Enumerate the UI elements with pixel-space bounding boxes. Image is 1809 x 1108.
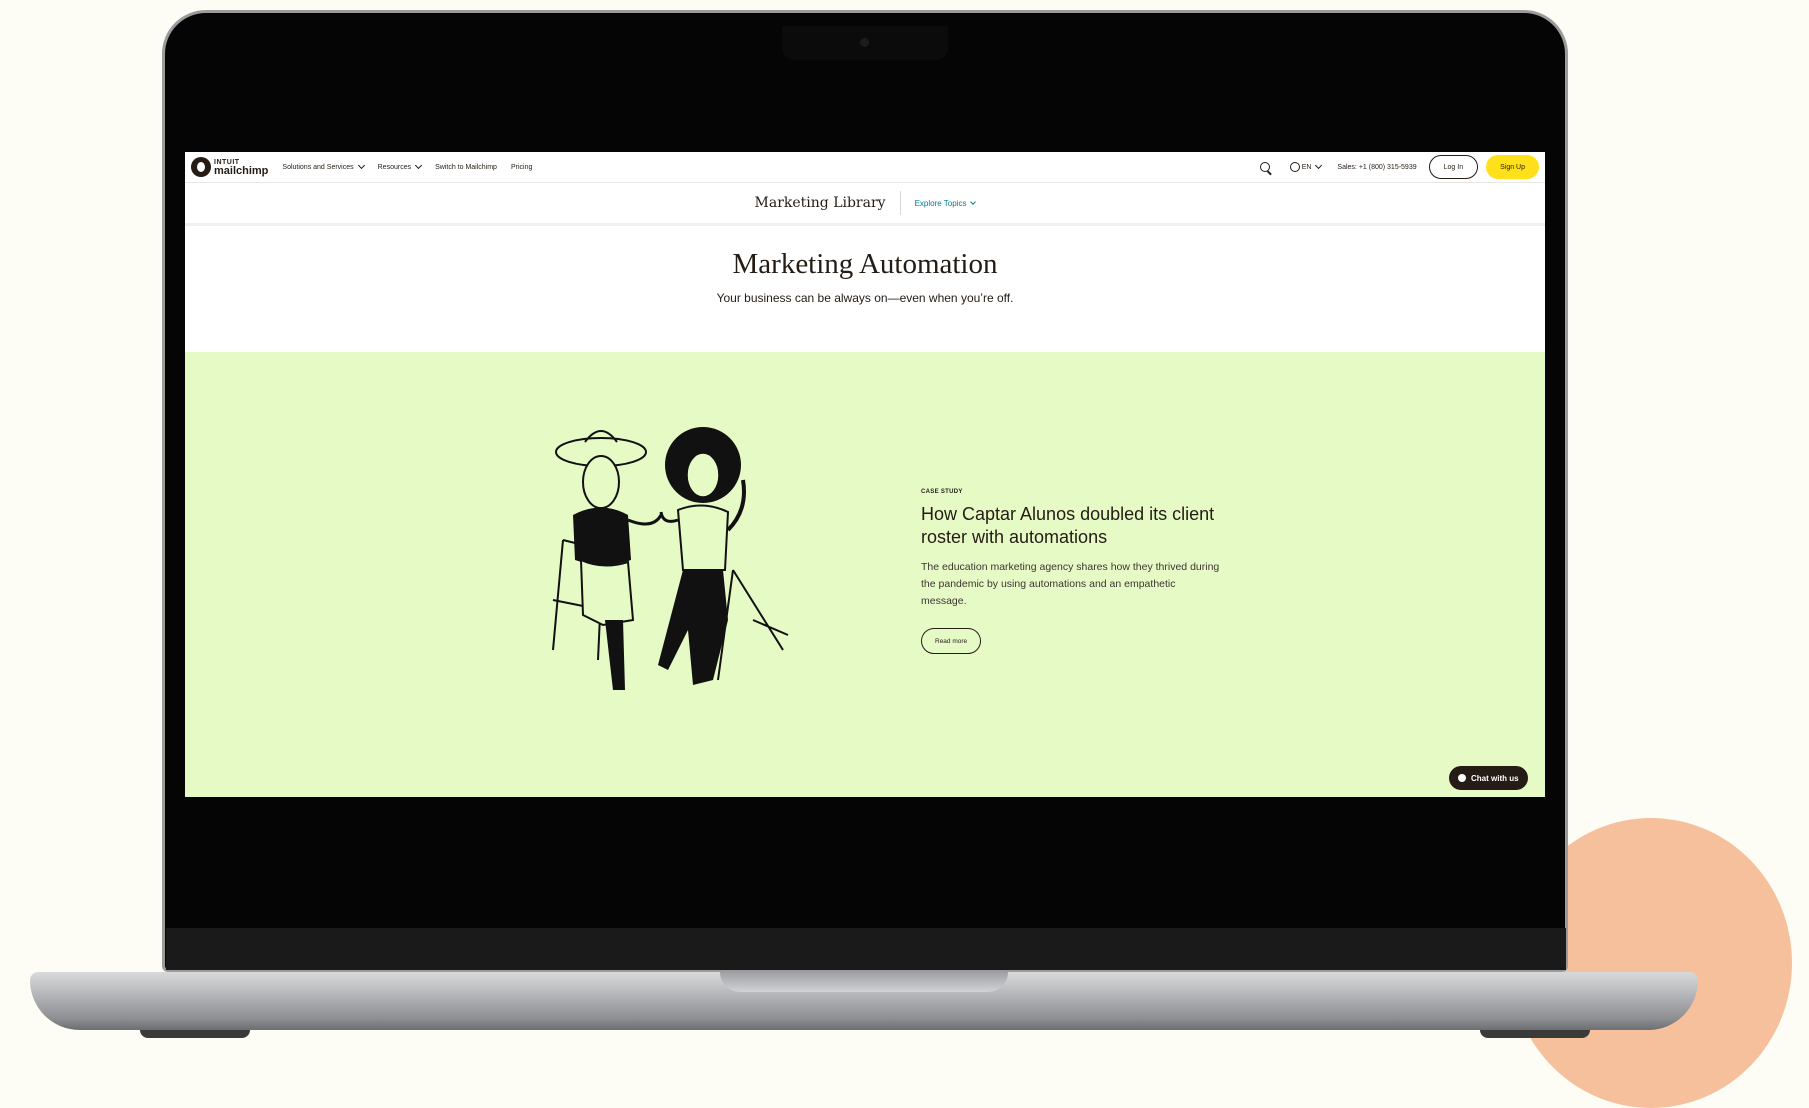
nav-item-switch[interactable]: Switch to Mailchimp xyxy=(435,164,497,171)
globe-icon xyxy=(1289,162,1300,172)
camera-icon xyxy=(860,38,869,47)
read-more-button[interactable]: Read more xyxy=(921,628,982,654)
two-people-high-five-illustration xyxy=(552,427,789,690)
case-study-card: CASE STUDY How Captar Alunos doubled its… xyxy=(921,489,1221,654)
laptop-foot xyxy=(140,1030,250,1038)
browser-screen: INTUIT mailchimp Solutions and Services … xyxy=(185,152,1545,797)
case-study-eyebrow: CASE STUDY xyxy=(921,489,963,495)
top-navigation: INTUIT mailchimp Solutions and Services … xyxy=(185,152,1545,183)
featured-case-study: CASE STUDY How Captar Alunos doubled its… xyxy=(185,352,1545,797)
laptop-foot xyxy=(1480,1030,1590,1038)
explore-topics-dropdown[interactable]: Explore Topics xyxy=(915,198,977,208)
case-study-body: The education marketing agency shares ho… xyxy=(921,561,1220,607)
mailchimp-logo[interactable]: INTUIT mailchimp xyxy=(191,157,268,177)
chevron-down-icon xyxy=(970,198,977,205)
library-subnav: Marketing Library Explore Topics xyxy=(185,183,1545,226)
chat-bubble-icon xyxy=(1458,774,1466,782)
freddie-logo-icon xyxy=(191,157,211,177)
login-button[interactable]: Log In xyxy=(1428,155,1479,179)
laptop-bezel xyxy=(166,928,1566,970)
language-selector[interactable]: EN xyxy=(1289,161,1323,172)
nav-item-solutions[interactable]: Solutions and Services xyxy=(282,161,365,171)
sales-phone[interactable]: Sales: +1 (800) 315-5939 xyxy=(1337,164,1416,171)
case-study-heading[interactable]: How Captar Alunos doubled its client ros… xyxy=(921,503,1221,549)
chevron-down-icon xyxy=(415,161,423,170)
signup-button[interactable]: Sign Up xyxy=(1486,155,1539,179)
search-icon[interactable] xyxy=(1259,162,1270,172)
page-title: Marketing Automation xyxy=(732,248,998,280)
chevron-down-icon xyxy=(1315,161,1323,170)
page-subtitle: Your business can be always on—even when… xyxy=(716,291,1014,305)
nav-item-resources[interactable]: Resources xyxy=(378,161,423,171)
page-hero: Marketing Automation Your business can b… xyxy=(185,248,1545,305)
chevron-down-icon xyxy=(357,161,365,170)
logo-text-mailchimp: mailchimp xyxy=(214,165,269,177)
nav-item-pricing[interactable]: Pricing xyxy=(511,164,532,171)
library-title[interactable]: Marketing Library xyxy=(755,191,901,215)
chat-button[interactable]: Chat with us xyxy=(1449,766,1528,790)
laptop-opening-notch xyxy=(720,972,1008,992)
